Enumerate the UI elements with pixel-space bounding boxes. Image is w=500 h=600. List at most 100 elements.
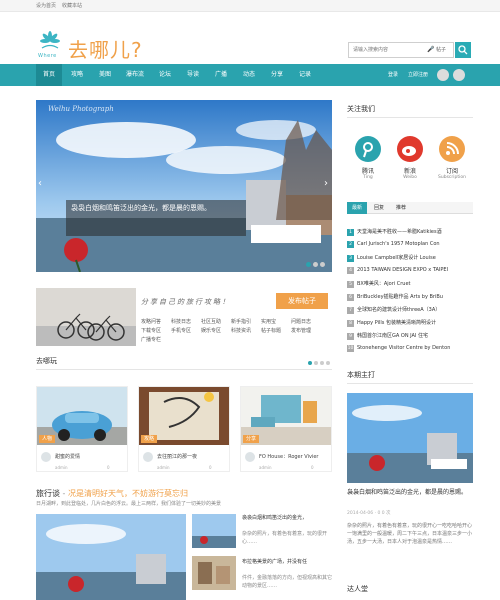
news-item[interactable]: 6 BriBuckley插贴趣作品 Arts by BriBu — [347, 293, 473, 301]
news-item[interactable]: 8 Happy Pills 包装精美清晰简明设计 — [347, 319, 473, 327]
header: Where 去哪儿? 🎤 帖子 — [0, 12, 500, 64]
banner-link[interactable]: 娱乐专区 — [201, 327, 221, 334]
card-title[interactable]: FO House：Roger Vivier — [259, 453, 318, 460]
search-box: 🎤 帖子 — [348, 42, 454, 58]
nav-photos[interactable]: 美图 — [92, 64, 118, 86]
card-count: 0 — [107, 465, 110, 470]
top-bar: 设为首页 收藏本站 — [0, 0, 500, 12]
banner-link[interactable]: 问题日志 — [291, 318, 311, 325]
hero-slider[interactable]: Welhu Photograph 袅袅白烟和鸣笛泛出的金光，都是晨的恩赐。 ‹ … — [36, 100, 332, 272]
hero-dot[interactable] — [320, 262, 325, 267]
microphone-icon[interactable]: 🎤 — [427, 46, 434, 53]
news-item[interactable]: 7 全球知名的建筑设计师threeA（3A） — [347, 306, 473, 314]
avatar[interactable] — [41, 452, 51, 462]
weekly-title: 本期主打 — [347, 371, 375, 379]
rss-feed-icon[interactable] — [439, 136, 465, 162]
story-subtitle: 日月湖畔，到此登临处，几片白色的浮云。最上三两样，我们体验了一切美妙的美景 — [36, 501, 222, 507]
hero-caption[interactable]: 袅袅白烟和鸣笛泛出的金光，都是晨的恩赐。 — [66, 200, 246, 236]
card-title[interactable]: 甜蜜的爱情 — [55, 453, 80, 460]
hero-photo — [36, 100, 332, 272]
banner-link[interactable]: 社区互助 — [201, 318, 221, 325]
place-card[interactable]: 人物 甜蜜的爱情 admin 0 — [36, 386, 128, 472]
story-dash: - — [60, 489, 68, 498]
place-card[interactable]: 分享 FO House：Roger Vivier admin 0 — [240, 386, 332, 472]
nav-share[interactable]: 分享 — [264, 64, 290, 86]
tab-latest[interactable]: 最新 — [347, 202, 367, 214]
hero-dot[interactable] — [313, 262, 318, 267]
news-item[interactable]: 2 Carl Jurisch's 1957 Motoplan Con — [347, 241, 473, 248]
logo-text[interactable]: 去哪儿? — [68, 34, 143, 63]
news-item[interactable]: 9 韩国首尔江南区GA ON JAI 住宅 — [347, 332, 473, 340]
story-item-title[interactable]: 布拉格美景的广场，并没有任 — [242, 558, 332, 566]
sina-weibo-icon[interactable] — [397, 136, 423, 162]
nav-waterfall[interactable]: 瀑布流 — [120, 64, 150, 86]
sidebar-divider — [347, 117, 473, 118]
social-en: Subscription — [438, 175, 466, 180]
nav-broadcast[interactable]: 广播 — [208, 64, 234, 86]
nav-digest[interactable]: 导读 — [180, 64, 206, 86]
logo-sub: Where — [38, 53, 57, 59]
banner-link[interactable]: 发布管理 — [291, 327, 311, 334]
logo-icon[interactable] — [36, 30, 64, 54]
cards-dot[interactable] — [320, 361, 324, 365]
banner-link[interactable]: 广播专栏 — [141, 336, 161, 343]
nav-guides[interactable]: 攻略 — [64, 64, 90, 86]
avatar[interactable] — [245, 452, 255, 462]
cards-dot[interactable] — [314, 361, 318, 365]
hero-caption-text: 袅袅白烟和鸣笛泛出的金光，都是晨的恩赐。 — [71, 204, 211, 212]
news-item[interactable]: 3 Louise Campbell家居设计 Louise — [347, 254, 473, 262]
story-photo[interactable] — [36, 514, 186, 600]
story-headline[interactable]: 况是清明好天气，不妨游行莫忘归 — [68, 489, 188, 498]
news-item[interactable]: 4 2013 TAIWAN DESIGN EXPO x TAIPEI — [347, 267, 473, 274]
banner-link[interactable]: 新手指引 — [231, 318, 251, 325]
tab-replies[interactable]: 回复 — [369, 202, 389, 214]
story-label: 旅行谈 — [36, 489, 60, 498]
post-button[interactable]: 发布帖子 — [276, 293, 328, 309]
hero-next-arrow-icon[interactable]: › — [324, 178, 328, 189]
set-home-link[interactable]: 设为首页 — [36, 2, 56, 9]
section-divider — [36, 369, 332, 370]
card-title[interactable]: 去往丽江的那一夜 — [157, 453, 197, 460]
hero-watermark: Welhu Photograph — [48, 105, 114, 113]
login-link[interactable]: 登录 — [388, 71, 398, 78]
banner-link[interactable]: 科技资讯 — [231, 327, 251, 334]
cards-dot[interactable] — [326, 361, 330, 365]
qq-login-icon[interactable] — [437, 69, 449, 81]
cards-dot[interactable] — [308, 361, 312, 365]
banner-link[interactable]: 下载专区 — [141, 327, 161, 334]
follow-title: 关注我们 — [347, 105, 375, 113]
news-item[interactable]: 1 天堂海是美不胜收——希腊Katikies酒 — [347, 228, 473, 236]
hero-dot[interactable] — [306, 262, 311, 267]
register-link[interactable]: 立即注册 — [408, 71, 428, 78]
weekly-meta: 2014-04-06 · 0 0 次 — [347, 511, 391, 516]
search-button[interactable] — [455, 42, 471, 58]
card-tag: 分享 — [243, 435, 260, 443]
story-item-title[interactable]: 袅袅白烟和鸣笛泛出的金光， — [242, 514, 332, 522]
weekly-photo[interactable] — [347, 393, 473, 483]
card-tag: 人物 — [39, 435, 56, 443]
nav-feed[interactable]: 动态 — [236, 64, 262, 86]
banner-link[interactable]: 实用宝 — [261, 318, 276, 325]
hero-prev-arrow-icon[interactable]: ‹ — [38, 178, 42, 189]
story-thumb[interactable] — [192, 556, 236, 590]
story-item-text: 杂杂的照片，有着色有着意，玩的很开心…… — [242, 531, 328, 545]
search-input[interactable] — [349, 43, 419, 57]
weibo-login-icon[interactable] — [453, 69, 465, 81]
news-item[interactable]: 10 Stonehenge Visitor Centre by Denton — [347, 345, 473, 352]
bookmark-link[interactable]: 收藏本站 — [62, 2, 82, 9]
news-item[interactable]: 5 BX唯美风：Ajori Cruet — [347, 280, 473, 288]
nav-home[interactable]: 首页 — [36, 64, 62, 86]
place-card[interactable]: 攻略 去往丽江的那一夜 admin 0 — [138, 386, 230, 472]
tencent-weibo-icon[interactable] — [355, 136, 381, 162]
search-type-select[interactable]: 帖子 — [436, 46, 446, 53]
tab-recommended[interactable]: 推荐 — [391, 202, 411, 214]
banner-link[interactable]: 手机专区 — [171, 327, 191, 334]
banner-link[interactable]: 攻略问答 — [141, 318, 161, 325]
weekly-caption[interactable]: 袅袅白烟和鸣笛泛出的金光，都是晨的恩赐。 — [347, 488, 473, 497]
avatar[interactable] — [143, 452, 153, 462]
story-thumb[interactable] — [192, 514, 236, 548]
banner-link[interactable]: 帖子标题 — [261, 327, 281, 334]
banner-link[interactable]: 科技日志 — [171, 318, 191, 325]
nav-records[interactable]: 记录 — [292, 64, 318, 86]
nav-forum[interactable]: 论坛 — [152, 64, 178, 86]
